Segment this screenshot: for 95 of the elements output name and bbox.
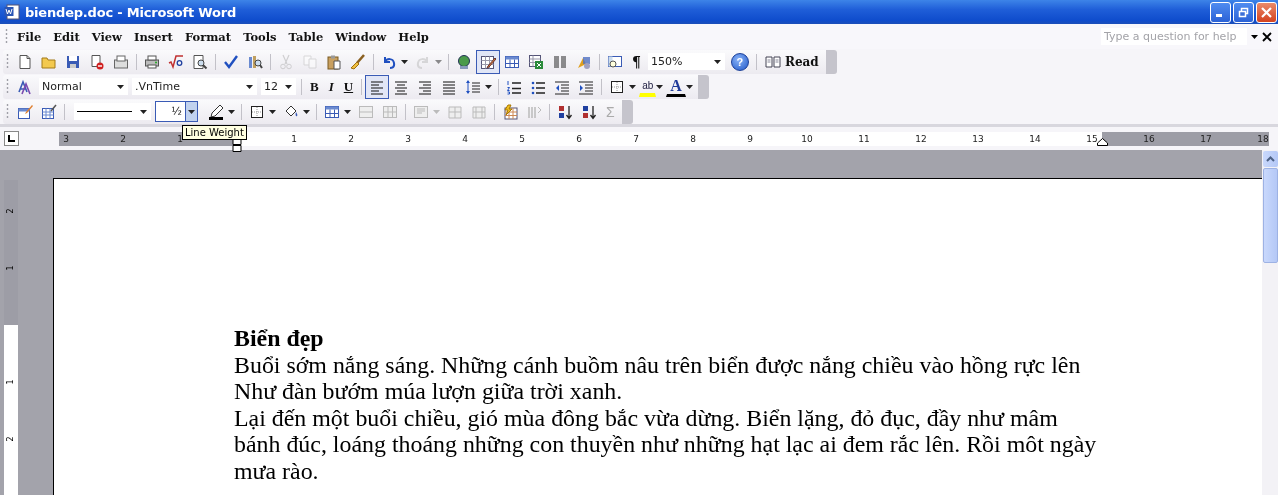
indent-marker-icon[interactable] xyxy=(232,137,242,152)
dropdown-arrow-icon xyxy=(285,84,292,89)
table-pencil-icon[interactable] xyxy=(476,49,500,74)
dropdown-arrow-icon[interactable] xyxy=(344,109,351,114)
document-heading: Biển đẹp xyxy=(234,325,325,352)
tooltip: Line Weight xyxy=(182,125,247,140)
paragraph: Lại đến một buổi chiều, gió mùa đông bắc vừa dừng. Biển lặng, đỏ đục, đầy như mâm bánh đúc, loáng thoáng những con thuyền như những hạt lạc ai đem rắc lên. Rồi môt ngày mưa rào. xyxy=(234,404,1098,484)
dropdown-arrow-icon xyxy=(713,59,721,64)
line-style-dropdown[interactable] xyxy=(74,103,151,120)
dropdown-arrow-icon[interactable] xyxy=(629,84,637,89)
dropdown-arrow-icon[interactable] xyxy=(485,84,493,89)
align-left-icon[interactable] xyxy=(365,74,390,99)
ruler-number: 2 xyxy=(120,132,126,146)
toolbar-grip[interactable] xyxy=(6,103,9,120)
bold-button[interactable]: B xyxy=(305,75,324,98)
toolbar-grip[interactable] xyxy=(6,78,9,95)
dropdown-arrow-icon xyxy=(117,84,124,89)
menu-item[interactable]: Format xyxy=(179,27,239,46)
right-indent-marker-icon[interactable] xyxy=(1097,137,1108,146)
ruler-number: 12 xyxy=(915,132,927,146)
ruler-number: 1 xyxy=(291,132,297,146)
style-dropdown[interactable]: Normal xyxy=(39,78,128,95)
dropdown-arrow-icon[interactable] xyxy=(269,109,276,114)
window-title: biendep.doc - Microsoft Word xyxy=(25,4,237,20)
ruler-number: 9 xyxy=(747,132,753,146)
menu-item[interactable]: View xyxy=(86,27,130,46)
menu-item[interactable]: Help xyxy=(393,27,436,46)
ruler-number: 7 xyxy=(633,132,639,146)
ruler-number: 3 xyxy=(405,132,411,146)
menu-item[interactable]: File xyxy=(12,27,49,46)
line-weight-dropdown[interactable]: ½ xyxy=(155,101,198,122)
font-color-button[interactable]: A xyxy=(666,76,686,97)
ruler-number: 13 xyxy=(972,132,984,146)
ruler-number: 4 xyxy=(462,132,468,146)
dropdown-arrow-icon xyxy=(246,84,253,89)
ruler-number: 14 xyxy=(1029,132,1041,146)
font-size-dropdown[interactable]: 12 xyxy=(261,78,296,95)
close-icon[interactable] xyxy=(1262,31,1272,42)
font-dropdown[interactable]: .VnTime xyxy=(132,78,257,95)
menu-item[interactable]: Table xyxy=(283,27,331,46)
toolbar-options-grip[interactable] xyxy=(621,99,633,124)
dropdown-arrow-icon xyxy=(140,109,147,114)
ruler-number: 2 xyxy=(348,132,354,146)
toolbar-options-grip[interactable] xyxy=(825,49,837,74)
ruler-number: 15 xyxy=(1086,132,1098,146)
close-button[interactable] xyxy=(1256,1,1277,23)
paragraph: Buổi sớm nắng sáng. Những cánh buồm nâu trên biển được nắng chiều vào hồng rực lên xyxy=(234,351,1082,378)
dropdown-arrow-icon[interactable] xyxy=(401,59,408,64)
open-book-icon xyxy=(764,53,781,70)
dropdown-arrow-icon[interactable] xyxy=(303,109,310,114)
ruler-number: 2 xyxy=(6,207,16,216)
dropdown-arrow-icon xyxy=(188,109,195,114)
toolbar-options-grip[interactable] xyxy=(697,74,709,99)
dropdown-arrow-icon[interactable] xyxy=(685,84,693,89)
italic-button[interactable]: I xyxy=(323,75,339,98)
dropdown-arrow-icon[interactable] xyxy=(656,84,664,89)
zoom-dropdown[interactable]: 150% xyxy=(647,53,725,70)
ruler-number: 10 xyxy=(801,132,813,146)
menu-item[interactable]: Tools xyxy=(238,27,284,46)
ruler-number: 8 xyxy=(690,132,696,146)
close-icon xyxy=(1261,6,1272,18)
left-tab-icon xyxy=(7,134,16,143)
restore-icon xyxy=(1238,6,1249,18)
ruler-number: 5 xyxy=(519,132,525,146)
vertical-scrollbar[interactable] xyxy=(1262,150,1278,495)
help-search-field[interactable]: Type a question for help xyxy=(1101,28,1247,45)
scroll-thumb[interactable] xyxy=(1262,168,1278,263)
scroll-up-button[interactable] xyxy=(1262,151,1278,167)
minimize-button[interactable] xyxy=(1210,1,1231,23)
toolbar-grip[interactable] xyxy=(6,53,9,70)
ruler-number: 3 xyxy=(63,132,69,146)
underline-button[interactable]: U xyxy=(338,75,359,98)
ruler-number: 1 xyxy=(6,264,16,273)
menu-item[interactable]: Edit xyxy=(48,27,87,46)
restore-button[interactable] xyxy=(1233,1,1254,23)
ruler-number: 11 xyxy=(858,132,870,146)
line-sample xyxy=(77,111,132,112)
ruler-number: 6 xyxy=(576,132,582,146)
minimize-icon xyxy=(1216,13,1222,17)
menu-item[interactable]: Insert xyxy=(129,27,180,46)
paragraph: Như đàn bướm múa lượn giữa trời xanh. xyxy=(234,378,624,405)
show-formatting-button[interactable]: ¶ xyxy=(627,50,646,73)
document-app-icon xyxy=(4,4,20,20)
ruler-number: 1 xyxy=(6,378,16,387)
ruler-number: 1 xyxy=(177,132,183,146)
dropdown-arrow-icon[interactable] xyxy=(1251,34,1258,39)
ruler-number: 17 xyxy=(1200,132,1212,146)
ruler-number: 18 xyxy=(1257,132,1269,146)
tab-selector-button[interactable] xyxy=(4,131,19,146)
ruler-number: 16 xyxy=(1143,132,1155,146)
read-button[interactable]: Read xyxy=(759,50,824,73)
toolbar-grip[interactable] xyxy=(5,28,8,45)
dropdown-arrow-icon[interactable] xyxy=(228,109,235,114)
ruler-number: 2 xyxy=(6,435,16,444)
menu-item[interactable]: Window xyxy=(330,27,394,46)
